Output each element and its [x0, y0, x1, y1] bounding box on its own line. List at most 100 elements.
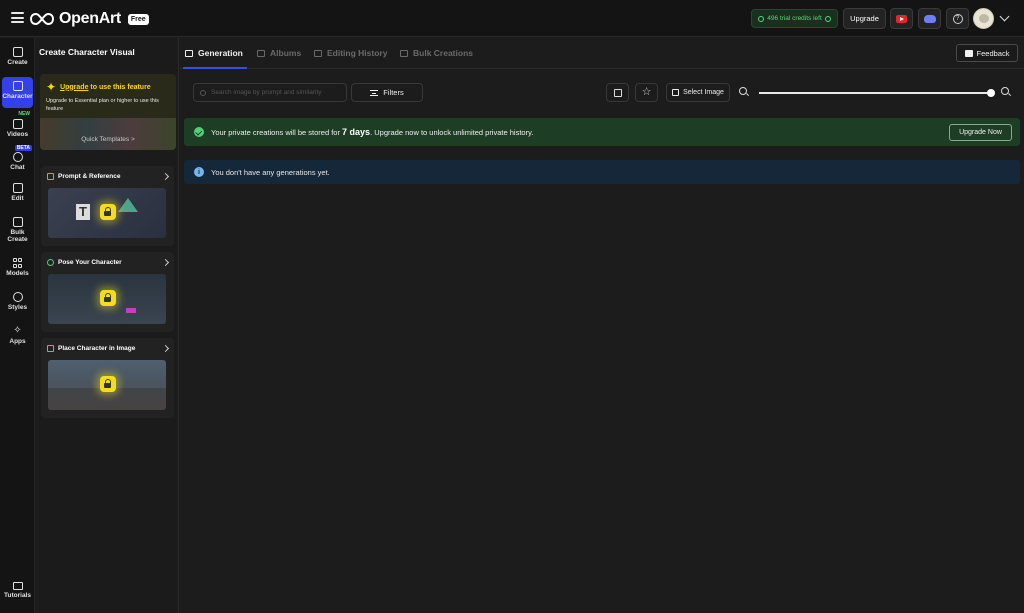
tab-label: Albums [270, 48, 302, 58]
card-pose-character[interactable]: Pose Your Character [41, 252, 174, 332]
logo[interactable]: OpenArt Free [30, 9, 149, 29]
rail-label: Chat [10, 164, 25, 171]
rail-label: Videos [6, 131, 29, 138]
feedback-button[interactable]: Feedback [956, 44, 1018, 62]
credits-icon [758, 15, 765, 22]
upgrade-notice: ✦ Upgrade to use this feature Upgrade to… [40, 74, 176, 150]
empty-message: You don't have any generations yet. [211, 168, 330, 177]
rail-item-videos[interactable]: NEW Videos [2, 111, 33, 142]
credits-indicator[interactable]: 496 trial credits left [751, 9, 838, 28]
tab-bulk-creations[interactable]: Bulk Creations [400, 48, 473, 58]
panel-title: Create Character Visual [39, 47, 135, 57]
rail-item-character[interactable]: Character [2, 77, 33, 108]
tab-label: Generation [198, 48, 243, 58]
zoom-out-icon[interactable] [739, 87, 748, 96]
select-image-button[interactable]: Select Image [666, 83, 730, 102]
filters-label: Filters [383, 88, 404, 97]
card-preview-image [48, 274, 166, 324]
card-title: Place Character in Image [58, 345, 136, 352]
lock-icon [100, 376, 116, 392]
rail-item-models[interactable]: Models [2, 254, 33, 285]
rail-item-edit[interactable]: Edit [2, 179, 33, 210]
info-icon [824, 15, 831, 22]
lock-icon [100, 290, 116, 306]
beta-badge: BETA [14, 145, 32, 151]
star-icon: ☆ [641, 86, 652, 98]
search-icon [200, 89, 206, 96]
chevron-right-icon [161, 258, 170, 267]
tab-generation[interactable]: Generation [185, 48, 243, 58]
chat-icon [12, 152, 23, 162]
menu-icon[interactable] [11, 12, 24, 23]
history-icon [314, 49, 322, 57]
card-title: Pose Your Character [58, 259, 122, 266]
filter-icon [370, 89, 379, 96]
card-title: Prompt & Reference [58, 173, 121, 180]
active-tab-indicator [183, 67, 247, 69]
card-prompt-reference[interactable]: Prompt & Reference T [41, 166, 174, 246]
favorites-button[interactable]: ☆ [635, 83, 658, 102]
zoom-slider-handle[interactable] [987, 89, 995, 97]
upgrade-suffix: to use this feature [88, 83, 151, 91]
chevron-down-icon[interactable] [999, 11, 1010, 22]
help-button[interactable]: ? [946, 8, 969, 29]
info-icon: i [194, 167, 204, 177]
rail-label: Models [6, 270, 29, 277]
feedback-label: Feedback [976, 48, 1010, 58]
upgrade-button[interactable]: Upgrade [843, 8, 886, 29]
youtube-icon [896, 14, 907, 23]
rail-item-chat[interactable]: BETA Chat [2, 145, 33, 176]
youtube-button[interactable] [890, 8, 913, 29]
apps-icon: ✧ [13, 325, 22, 336]
discord-button[interactable] [918, 8, 941, 29]
rail-label: Tutorials [4, 592, 31, 599]
top-bar: OpenArt Free 496 trial credits left Upgr… [0, 0, 1024, 37]
filters-button[interactable]: Filters [351, 83, 423, 102]
select-all-button[interactable] [606, 83, 629, 102]
sparkle-icon: ✦ [46, 80, 57, 94]
new-badge: NEW [18, 111, 30, 117]
rail-item-create[interactable]: Create [2, 43, 33, 74]
templates-preview [40, 118, 176, 150]
bulk-icon [400, 49, 408, 57]
rail-item-tutorials[interactable]: Tutorials [2, 582, 33, 609]
left-rail: Create Character NEW Videos BETA Chat Ed… [0, 38, 35, 613]
zoom-in-icon[interactable] [1001, 87, 1011, 97]
credits-text: 496 trial credits left [767, 15, 822, 22]
search-box [193, 83, 347, 102]
tab-editing-history[interactable]: Editing History [314, 48, 387, 58]
checkbox-icon [613, 88, 622, 97]
models-icon [12, 258, 23, 268]
upgrade-now-button[interactable]: Upgrade Now [949, 124, 1012, 141]
rail-label: Bulk Create [7, 229, 28, 243]
plan-badge: Free [127, 13, 149, 25]
mountain-icon [118, 198, 138, 212]
character-panel: Create Character Visual ✦ Upgrade to use… [35, 38, 179, 613]
card-preview-image [48, 360, 166, 410]
card-place-character[interactable]: Place Character in Image [41, 338, 174, 418]
feedback-icon [964, 49, 973, 57]
help-icon: ? [952, 13, 963, 24]
tab-albums[interactable]: Albums [257, 48, 301, 58]
create-icon [12, 47, 23, 57]
openart-logo-icon [30, 12, 54, 26]
tab-label: Bulk Creations [413, 48, 473, 58]
quick-templates-link[interactable]: Quick Templates > [40, 136, 176, 143]
rail-label: Styles [7, 304, 28, 311]
zoom-slider[interactable] [759, 92, 991, 94]
logo-text: OpenArt [59, 10, 121, 27]
avatar[interactable] [973, 8, 994, 29]
rail-item-bulk-create[interactable]: Bulk Create [2, 213, 33, 249]
tutorials-icon [12, 582, 23, 590]
rail-label: Character [2, 93, 33, 100]
tab-label: Editing History [327, 48, 388, 58]
text-icon: T [76, 204, 90, 220]
rail-item-styles[interactable]: Styles [2, 288, 33, 319]
upgrade-link[interactable]: Upgrade [60, 84, 88, 91]
chevron-right-icon [161, 344, 170, 353]
image-icon [47, 345, 54, 352]
edit-icon [12, 183, 23, 193]
search-input[interactable] [211, 89, 341, 96]
prompt-reference-icon [47, 173, 54, 180]
rail-item-apps[interactable]: ✧ Apps [2, 322, 33, 353]
